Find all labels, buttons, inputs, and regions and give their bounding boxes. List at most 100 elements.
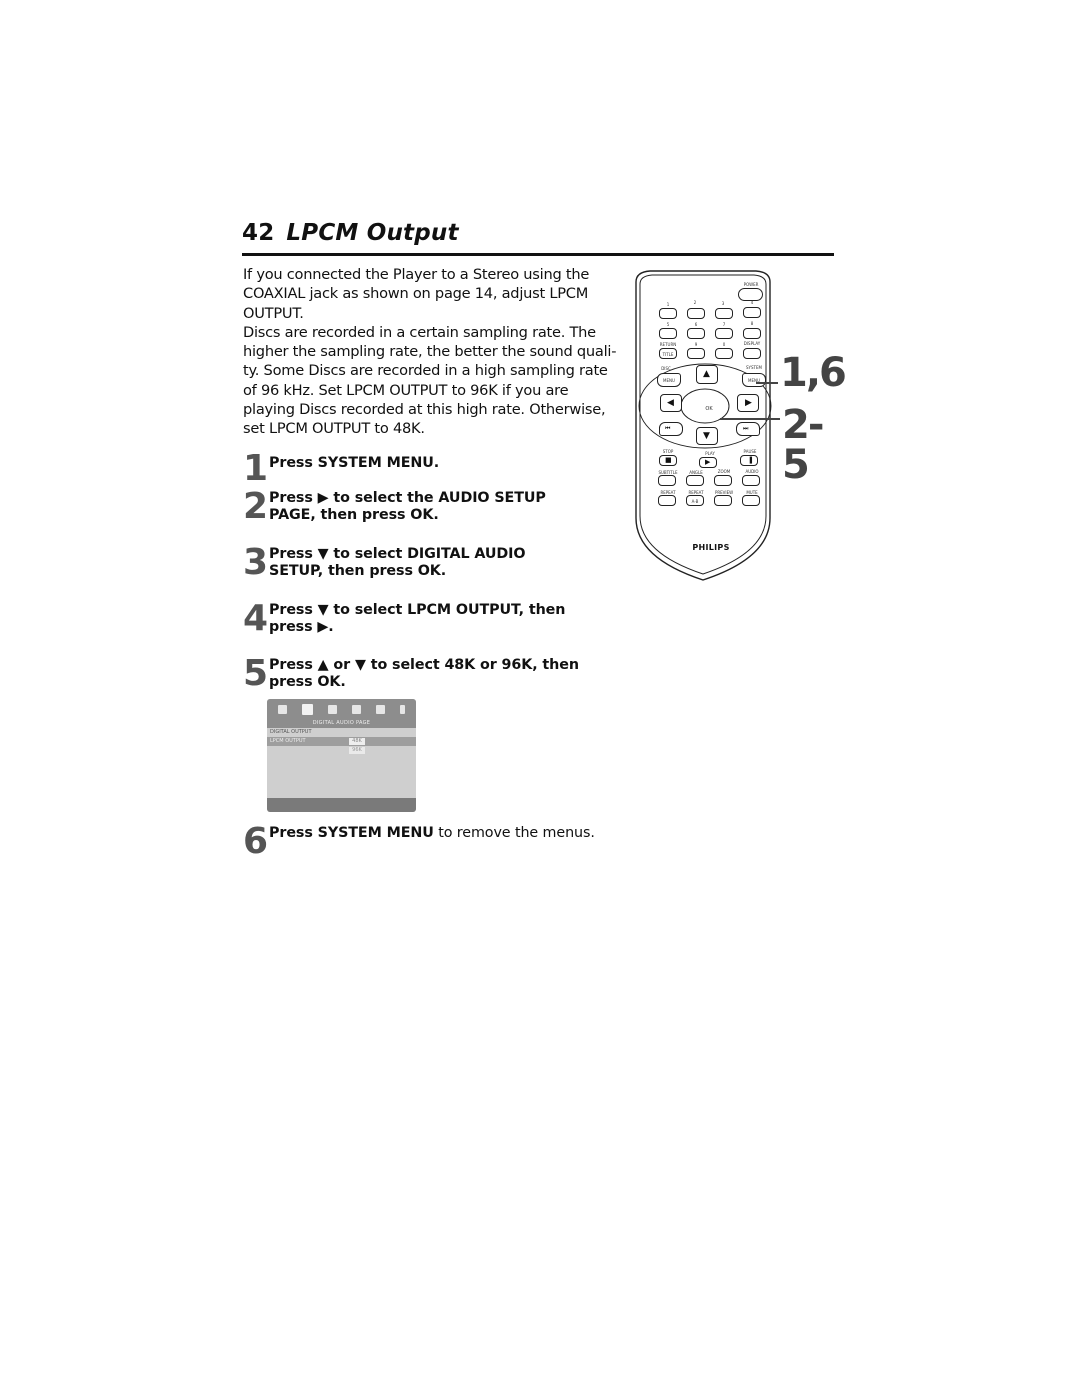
- number-9-button[interactable]: [687, 348, 705, 359]
- step-line: PAGE, then press OK.: [269, 507, 439, 523]
- step-text: Press ▶ to select the AUDIO SETUP PAGE, …: [269, 490, 629, 524]
- button-label: 1: [666, 302, 670, 307]
- button-label: ZOOM: [717, 469, 731, 474]
- button-label: DISPLAY: [743, 341, 761, 346]
- left-arrow-button[interactable]: ◀: [660, 394, 682, 412]
- next-button[interactable]: ⏭: [736, 422, 760, 436]
- preference-icon: [351, 704, 361, 714]
- step-line: Press SYSTEM MENU.: [269, 455, 440, 471]
- number-5-button[interactable]: [659, 328, 677, 339]
- display-button[interactable]: [743, 348, 761, 359]
- callout-2-5: 2-5: [782, 402, 824, 488]
- stop-icon: ■: [665, 456, 672, 464]
- password-icon: [375, 704, 385, 714]
- step-line: Press ▶ to select the AUDIO SETUP: [269, 490, 546, 506]
- osd-page-title: DIGITAL AUDIO PAGE: [267, 719, 416, 728]
- intro-paragraph-1: If you connected the Player to a Stereo …: [243, 266, 590, 322]
- return-button[interactable]: TITLE: [659, 348, 677, 359]
- right-arrow-icon: ▶: [745, 398, 752, 408]
- intro-text: If you connected the Player to a Stereo …: [243, 265, 623, 439]
- step-rest: to remove the menus.: [433, 825, 595, 841]
- button-label: RETURN: [659, 342, 677, 347]
- osd-option-96k: 96K: [349, 747, 365, 754]
- step-line: SETUP, then press OK.: [269, 563, 447, 579]
- osd-row-label: LPCM OUTPUT: [270, 738, 306, 744]
- up-arrow-icon: ▲: [703, 369, 710, 379]
- button-label: PLAY: [705, 451, 715, 456]
- button-label: 0: [722, 342, 726, 347]
- osd-screen-image: DIGITAL AUDIO PAGE DIGITAL OUTPUT LPCM O…: [267, 699, 416, 812]
- step-line: press ▶.: [269, 619, 334, 635]
- osd-row-lpcm-output: LPCM OUTPUT 48K: [267, 737, 416, 746]
- osd-footer: [267, 798, 416, 812]
- repeat-ab-button[interactable]: A-B: [686, 495, 704, 506]
- step-line: Press ▼ to select DIGITAL AUDIO: [269, 546, 526, 562]
- callout-leader-2: [720, 418, 780, 420]
- number-7-button[interactable]: [715, 328, 733, 339]
- step-number: 2: [243, 486, 268, 527]
- button-label: 3: [721, 301, 725, 306]
- title-rule: [242, 253, 834, 256]
- number-0-button[interactable]: [715, 348, 733, 359]
- button-label: AUDIO: [745, 469, 759, 474]
- ok-button[interactable]: OK: [700, 406, 718, 412]
- button-label: 2: [693, 300, 697, 305]
- step-number: 5: [243, 653, 268, 694]
- button-label: 9: [694, 342, 698, 347]
- button-label: 5: [666, 322, 670, 327]
- step-number: 3: [243, 542, 268, 583]
- osd-row-label: DIGITAL OUTPUT: [270, 729, 312, 735]
- power-label: POWER: [743, 282, 759, 287]
- angle-button[interactable]: [686, 475, 704, 486]
- button-label: 7: [722, 322, 726, 327]
- video-setup-icon: [328, 704, 338, 714]
- button-label: PAUSE: [743, 449, 757, 454]
- zoom-button[interactable]: [714, 475, 732, 486]
- down-arrow-button[interactable]: ▼: [696, 427, 718, 445]
- step-line: press OK.: [269, 674, 346, 690]
- page-number: 42: [242, 220, 275, 246]
- button-label: A-B: [691, 499, 699, 504]
- audio-setup-icon: [302, 703, 314, 715]
- number-4-button[interactable]: [743, 307, 761, 318]
- step-number: 1: [243, 448, 268, 489]
- stop-button[interactable]: ■: [659, 455, 677, 466]
- play-button[interactable]: ▶: [699, 457, 717, 468]
- disc-menu-button[interactable]: MENU: [657, 373, 681, 387]
- right-arrow-button[interactable]: ▶: [737, 394, 759, 412]
- step-text: Press ▼ to select LPCM OUTPUT, then pres…: [269, 602, 629, 636]
- repeat-button[interactable]: [658, 495, 676, 506]
- left-arrow-icon: ◀: [667, 398, 674, 408]
- subtitle-button[interactable]: [658, 475, 676, 486]
- system-menu-button[interactable]: MENU: [742, 373, 766, 387]
- up-arrow-button[interactable]: ▲: [696, 365, 718, 384]
- preview-button[interactable]: [714, 495, 732, 506]
- button-label: SYSTEM: [746, 365, 762, 370]
- skip-previous-icon: ⏮: [665, 425, 671, 432]
- osd-row-option: 96K: [267, 746, 416, 755]
- audio-button[interactable]: [742, 475, 760, 486]
- step-text: Press ▼ to select DIGITAL AUDIO SETUP, t…: [269, 546, 629, 580]
- number-1-button[interactable]: [659, 308, 677, 319]
- step-text: Press SYSTEM MENU.: [269, 455, 629, 472]
- skip-next-icon: ⏭: [743, 425, 749, 432]
- number-2-button[interactable]: [687, 308, 705, 319]
- number-6-button[interactable]: [687, 328, 705, 339]
- osd-icon-bar: [267, 699, 416, 719]
- mute-button[interactable]: [742, 495, 760, 506]
- number-3-button[interactable]: [715, 308, 733, 319]
- step-line: Press ▼ to select LPCM OUTPUT, then: [269, 602, 566, 618]
- section-title: LPCM Output: [286, 220, 459, 246]
- number-8-button[interactable]: [743, 328, 761, 339]
- step-number: 6: [243, 821, 268, 862]
- step-line: Press ▲ or ▼ to select 48K or 96K, then: [269, 657, 579, 673]
- previous-button[interactable]: ⏮: [659, 422, 683, 436]
- pause-button[interactable]: ❚: [740, 455, 758, 466]
- osd-option-48k: 48K: [349, 738, 365, 745]
- button-label: STOP: [662, 449, 674, 454]
- intro-paragraph-2: Discs are recorded in a certain sampling…: [243, 323, 617, 438]
- step-text: Press ▲ or ▼ to select 48K or 96K, then …: [269, 657, 629, 691]
- down-arrow-icon: ▼: [703, 431, 710, 441]
- pause-icon: ❚: [748, 456, 754, 464]
- general-setup-icon: [278, 704, 288, 714]
